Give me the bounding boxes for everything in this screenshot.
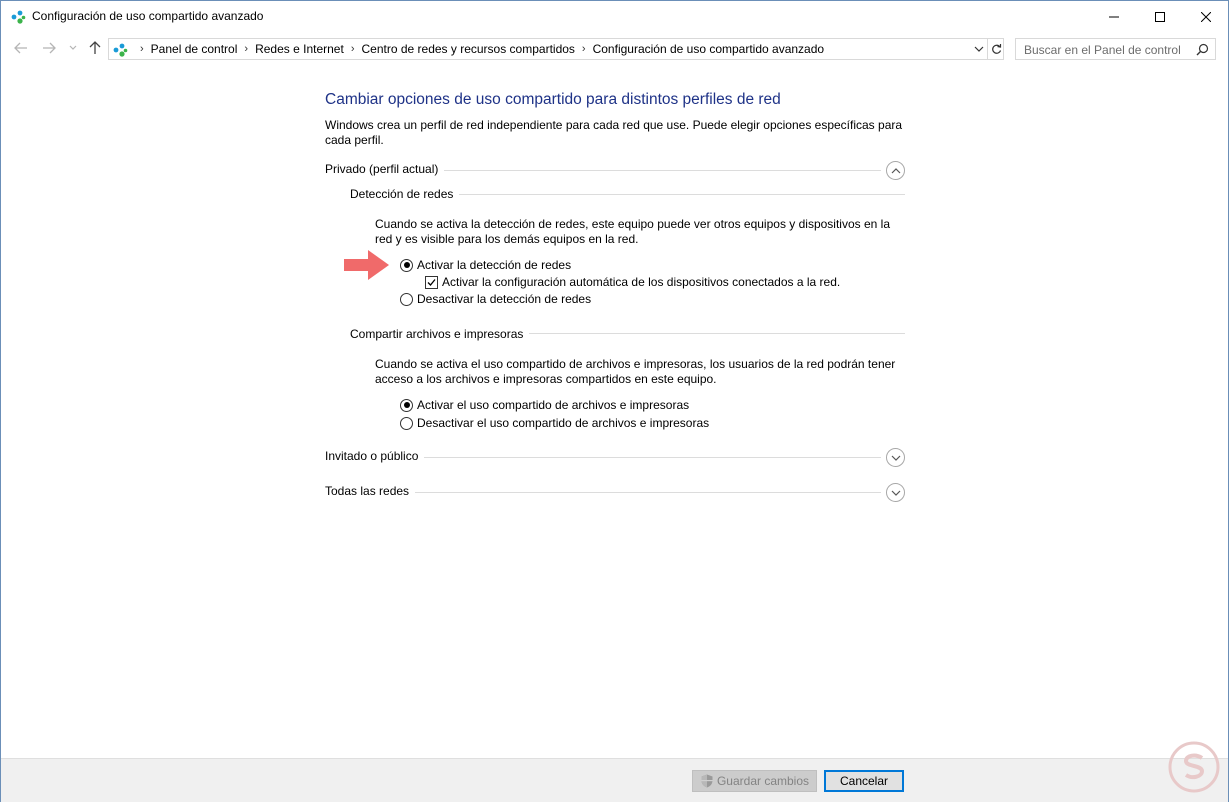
radio-button[interactable] [400, 416, 413, 430]
maximize-button[interactable] [1137, 1, 1183, 32]
radio-button[interactable] [400, 292, 413, 306]
cancel-label: Cancelar [839, 774, 889, 788]
radio-label[interactable]: Desactivar el uso compartido de archivos… [417, 416, 709, 430]
arrow-right-icon [43, 42, 56, 54]
radio-disable-network-discovery[interactable]: Desactivar la detección de redes [400, 292, 591, 306]
radio-label[interactable]: Activar la detección de redes [417, 258, 571, 272]
breadcrumb: › Panel de control › Redes e Internet › … [133, 42, 824, 56]
refresh-button[interactable] [987, 39, 1004, 59]
arrow-up-icon [89, 41, 101, 54]
chevron-down-icon [891, 490, 900, 496]
search-icon[interactable] [1196, 43, 1209, 56]
expand-all-networks-button[interactable] [886, 483, 905, 502]
checkbox[interactable] [425, 275, 438, 289]
save-changes-button[interactable]: Guardar cambios [692, 770, 817, 792]
radio-enable-network-discovery[interactable]: Activar la detección de redes [400, 258, 571, 272]
radio-label[interactable]: Activar el uso compartido de archivos e … [417, 398, 689, 412]
checkbox-label[interactable]: Activar la configuración automática de l… [442, 275, 840, 289]
cancel-button[interactable]: Cancelar [824, 770, 904, 792]
close-icon [1201, 11, 1211, 22]
red-arrow-icon [344, 250, 389, 280]
checkmark-icon [427, 278, 436, 286]
radio-enable-file-sharing[interactable]: Activar el uso compartido de archivos e … [400, 398, 689, 412]
chevron-down-icon [974, 46, 984, 52]
recent-locations-button[interactable] [65, 40, 81, 56]
radio-disable-file-sharing[interactable]: Desactivar el uso compartido de archivos… [400, 416, 709, 430]
save-changes-label: Guardar cambios [716, 774, 810, 788]
chevron-down-icon [69, 45, 77, 50]
group-header-file-printer-sharing: Compartir archivos e impresoras [350, 327, 530, 341]
breadcrumb-separator-icon[interactable]: › [244, 43, 248, 55]
file-sharing-description: Cuando se activa el uso compartido de ar… [375, 357, 896, 386]
radio-button[interactable] [400, 258, 413, 272]
profile-header-private[interactable]: Privado (perfil actual) [325, 162, 445, 176]
profile-header-guest-public[interactable]: Invitado o público [325, 449, 425, 463]
refresh-icon [991, 44, 1001, 54]
minimize-icon [1109, 16, 1119, 17]
checkbox-auto-setup-devices[interactable]: Activar la configuración automática de l… [425, 275, 840, 289]
window: Configuración de uso compartido avanzado [0, 0, 1229, 802]
watermark-logo [1168, 741, 1220, 793]
command-bar: Guardar cambios Cancelar [1, 758, 1228, 802]
network-app-icon [11, 10, 26, 24]
up-button[interactable] [87, 40, 103, 56]
chevron-down-icon [891, 455, 900, 461]
breadcrumb-item-centro-de-redes[interactable]: Centro de redes y recursos compartidos [361, 42, 574, 56]
breadcrumb-item-redes-e-internet[interactable]: Redes e Internet [255, 42, 344, 56]
breadcrumb-separator-icon: › [140, 43, 144, 55]
collapse-private-button[interactable] [886, 161, 905, 180]
main-content: Cambiar opciones de uso compartido para … [1, 65, 1228, 758]
profile-header-all-networks[interactable]: Todas las redes [325, 484, 416, 498]
page-title: Cambiar opciones de uso compartido para … [325, 91, 781, 108]
expand-guest-public-button[interactable] [886, 448, 905, 467]
address-dropdown-button[interactable] [971, 41, 987, 57]
radio-button[interactable] [400, 398, 413, 412]
chevron-up-icon [891, 167, 900, 173]
forward-button[interactable] [41, 40, 57, 56]
window-title: Configuración de uso compartido avanzado [32, 9, 264, 23]
maximize-icon [1155, 11, 1165, 22]
uac-shield-icon [701, 774, 713, 788]
page-description: Windows crea un perfil de red independie… [325, 118, 903, 147]
search-input[interactable]: Buscar en el Panel de control [1015, 38, 1216, 60]
address-bar[interactable]: › Panel de control › Redes e Internet › … [108, 38, 1004, 60]
arrow-left-icon [14, 42, 27, 54]
breadcrumb-separator-icon[interactable]: › [351, 43, 355, 55]
radio-label[interactable]: Desactivar la detección de redes [417, 292, 591, 306]
close-button[interactable] [1183, 1, 1229, 32]
minimize-button[interactable] [1091, 1, 1137, 32]
breadcrumb-item-panel-de-control[interactable]: Panel de control [151, 42, 238, 56]
search-placeholder: Buscar en el Panel de control [1024, 43, 1181, 57]
breadcrumb-item-configuracion-avanzada[interactable]: Configuración de uso compartido avanzado [593, 42, 824, 56]
network-discovery-description: Cuando se activa la detección de redes, … [375, 217, 890, 246]
breadcrumb-separator-icon[interactable]: › [582, 43, 586, 55]
network-icon [113, 43, 128, 57]
title-bar: Configuración de uso compartido avanzado [1, 1, 1228, 32]
back-button[interactable] [13, 40, 29, 56]
navigation-bar: › Panel de control › Redes e Internet › … [1, 32, 1228, 65]
group-header-network-discovery: Detección de redes [350, 187, 460, 201]
